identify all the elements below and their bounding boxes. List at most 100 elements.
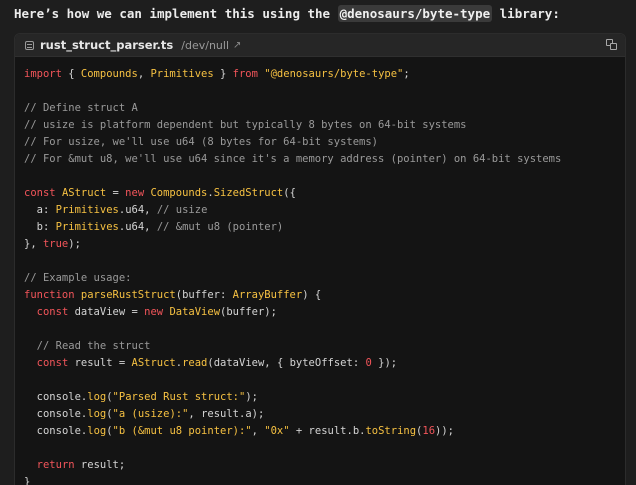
- code-token: 16: [422, 425, 436, 437]
- code-line: const result = AStruct.read(dataView, { …: [24, 355, 561, 372]
- code-line: // Read the struct: [24, 338, 561, 355]
- code-token: Primitives: [55, 204, 119, 216]
- code-token: // Example usage:: [24, 272, 132, 284]
- code-block: rust_struct_parser.ts /dev/null ↗ import…: [14, 33, 626, 485]
- code-block-header: rust_struct_parser.ts /dev/null ↗: [15, 34, 625, 57]
- code-token: );: [251, 408, 265, 420]
- code-token: "0x": [264, 425, 290, 437]
- code-token: "@denosaurs/byte-type": [264, 68, 404, 80]
- code-token: "a (usize):": [112, 408, 189, 420]
- code-token: console: [36, 408, 81, 420]
- code-token: Compounds: [150, 187, 208, 199]
- intro-after: library:: [492, 6, 560, 21]
- code-token: DataView: [169, 306, 221, 318]
- code-token: // Read the struct: [36, 340, 151, 352]
- code-token: buffer: [226, 306, 265, 318]
- code-line: console.log("Parsed Rust struct:");: [24, 389, 561, 406]
- code-token: );: [264, 306, 277, 318]
- code-token: },: [24, 238, 43, 250]
- code-token: :: [42, 221, 56, 233]
- code-token: , {: [264, 357, 290, 369]
- code-token: Primitives: [55, 221, 119, 233]
- code-line: return result;: [24, 457, 561, 474]
- package-name: @denosaurs/byte-type: [337, 5, 493, 22]
- code-token: =: [106, 187, 126, 199]
- code-token: SizedStruct: [213, 187, 284, 199]
- file-path-link[interactable]: /dev/null: [181, 39, 229, 52]
- code-token: :: [352, 357, 366, 369]
- code-token: }: [213, 68, 233, 80]
- code-line: console.log("b (&mut u8 pointer):", "0x"…: [24, 423, 561, 440]
- code-line: b: Primitives.u64, // &mut u8 (pointer): [24, 219, 561, 236]
- code-token: result: [201, 408, 239, 420]
- code-token: // For &mut u8, we'll use u64 since it's…: [24, 153, 562, 165]
- intro-text: Here’s how we can implement this using t…: [14, 5, 560, 22]
- code-token: from: [232, 68, 258, 80]
- code-token: Primitives: [150, 68, 214, 80]
- code-token: dataView: [74, 306, 126, 318]
- code-token: AStruct: [131, 357, 176, 369]
- code-token: ArrayBuffer: [232, 289, 303, 301]
- code-token: u64: [125, 204, 145, 216]
- code-token: =: [125, 306, 145, 318]
- code-line: // For usize, we'll use u64 (8 bytes for…: [24, 134, 561, 151]
- code-line: }: [24, 474, 561, 485]
- code-token: const: [24, 187, 56, 199]
- code-token: ,: [251, 425, 265, 437]
- code-line: const AStruct = new Compounds.SizedStruc…: [24, 185, 561, 202]
- code-line: console.log("a (usize):", result.a);: [24, 406, 561, 423]
- code-token: read: [182, 357, 208, 369]
- code-line: // usize is platform dependent but typic…: [24, 117, 561, 134]
- copy-icon[interactable]: [606, 39, 618, 51]
- code-token: dataView: [213, 357, 265, 369]
- code-token: parseRustStruct: [80, 289, 176, 301]
- file-name: rust_struct_parser.ts: [40, 38, 174, 52]
- code-token: result: [80, 459, 119, 471]
- external-link-icon[interactable]: ↗: [233, 40, 241, 51]
- code-line: import { Compounds, Primitives } from "@…: [24, 66, 561, 83]
- file-icon: [25, 40, 34, 50]
- code-token: =: [112, 357, 132, 369]
- code-token: ));: [435, 425, 454, 437]
- code-token: log: [87, 391, 107, 403]
- code-token: // &mut u8 (pointer): [156, 221, 284, 233]
- code-token: {: [61, 68, 81, 80]
- code-token: :: [42, 204, 56, 216]
- code-token: u64: [125, 221, 145, 233]
- code-token: // Define struct A: [24, 102, 138, 114]
- code-token: ,: [144, 204, 157, 216]
- code-token: ;: [118, 459, 126, 471]
- code-token: toString: [365, 425, 417, 437]
- code-token: const: [36, 357, 69, 369]
- code-line: function parseRustStruct(buffer: ArrayBu…: [24, 287, 561, 304]
- code-token: ({: [283, 187, 296, 199]
- code-token: "Parsed Rust struct:": [112, 391, 246, 403]
- intro-before: Here’s how we can implement this using t…: [14, 6, 338, 21]
- code-line: }, true);: [24, 236, 561, 253]
- code-token: );: [68, 238, 81, 250]
- code-line: // Define struct A: [24, 100, 561, 117]
- code-token: console: [36, 391, 81, 403]
- code-token: ,: [188, 408, 202, 420]
- code-token: result: [308, 425, 347, 437]
- code-token: ,: [137, 68, 151, 80]
- code-token: // usize: [156, 204, 208, 216]
- code-token: :: [220, 289, 233, 301]
- code-token: buffer: [182, 289, 220, 301]
- code-token: AStruct: [61, 187, 107, 199]
- code-token: result: [74, 357, 113, 369]
